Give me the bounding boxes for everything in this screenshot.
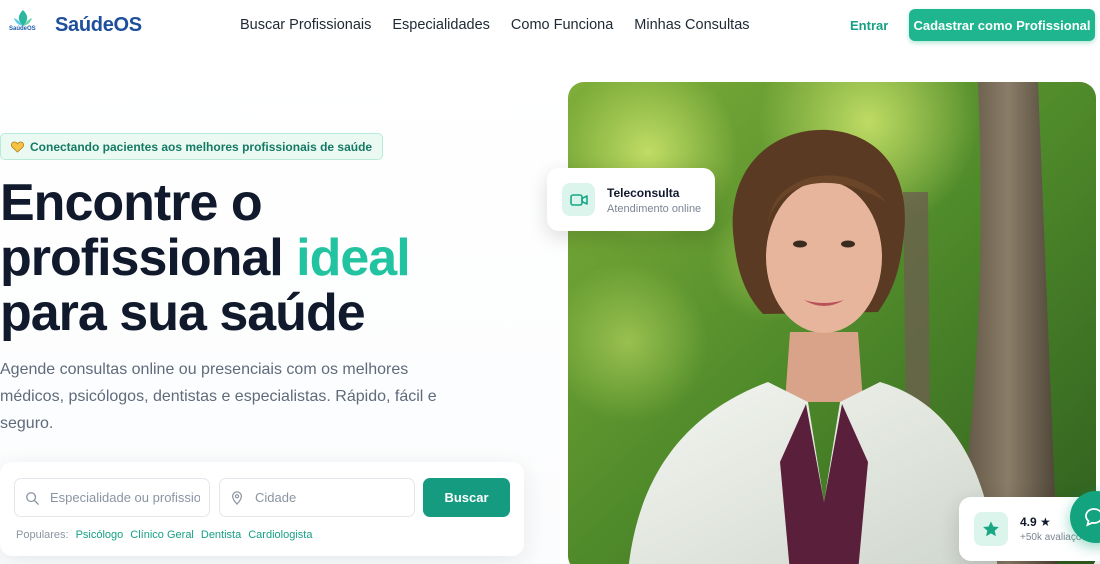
search-card: Buscar Populares: Psicólogo Clínico Gera… — [0, 462, 524, 556]
brand-name[interactable]: SaúdeOS — [55, 14, 142, 37]
nav-especialidades[interactable]: Especialidades — [392, 17, 490, 33]
hero-headline: Encontre o profissional ideal para sua s… — [0, 174, 411, 342]
headline-line-1: Encontre o — [0, 174, 263, 232]
nav-buscar-profissionais[interactable]: Buscar Profissionais — [240, 17, 371, 33]
specialty-field[interactable] — [14, 478, 210, 517]
nav-como-funciona[interactable]: Como Funciona — [511, 17, 613, 33]
city-input[interactable] — [255, 490, 405, 505]
hero-subtitle: Agende consultas online ou presenciais c… — [0, 361, 437, 432]
rating-value: 4.9 ★ — [1020, 515, 1051, 529]
main-nav: Buscar Profissionais Especialidades Como… — [240, 17, 750, 33]
nav-minhas-consultas[interactable]: Minhas Consultas — [634, 17, 749, 33]
top-navigation: SaúdeOS SaúdeOS Buscar Profissionais Esp… — [0, 0, 1100, 50]
map-pin-icon — [232, 490, 242, 505]
popular-searches: Populares: Psicólogo Clínico Geral Denti… — [16, 529, 312, 541]
logo-wordmark-small: SaúdeOS — [9, 26, 36, 32]
popular-tag-cardiologista[interactable]: Cardiologista — [248, 529, 312, 541]
video-camera-icon — [562, 183, 595, 216]
headline-accent: ideal — [296, 229, 410, 287]
doctor-photo — [568, 82, 1096, 564]
city-field[interactable] — [219, 478, 415, 517]
search-button[interactable]: Buscar — [423, 478, 510, 517]
popular-tag-clinico-geral[interactable]: Clínico Geral — [130, 529, 194, 541]
headline-line-2: profissional — [0, 229, 297, 287]
star-icon — [974, 512, 1008, 546]
popular-tag-dentista[interactable]: Dentista — [201, 529, 241, 541]
popular-tag-psicologo[interactable]: Psicólogo — [76, 529, 124, 541]
specialty-input[interactable] — [50, 490, 200, 505]
chat-icon — [1085, 508, 1100, 527]
register-professional-button[interactable]: Cadastrar como Profissional — [909, 9, 1095, 41]
heart-icon — [11, 141, 24, 153]
headline-line-3: para sua saúde — [0, 284, 366, 342]
teleconsulta-subtitle: Atendimento online — [607, 203, 702, 215]
search-icon — [26, 491, 39, 505]
teleconsulta-card: Teleconsulta Atendimento online — [547, 168, 715, 231]
login-link[interactable]: Entrar — [850, 18, 888, 33]
hero-badge: Conectando pacientes aos melhores profis… — [0, 133, 384, 160]
hero-badge-text: Conectando pacientes aos melhores profis… — [30, 139, 373, 154]
teleconsulta-title: Teleconsulta — [607, 186, 680, 200]
popular-label: Populares: — [16, 529, 69, 541]
